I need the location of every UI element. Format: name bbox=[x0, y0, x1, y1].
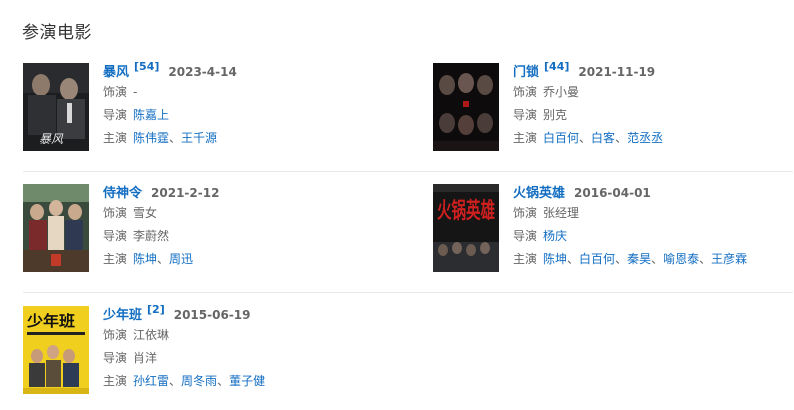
release-date: 2016-04-01 bbox=[574, 186, 651, 200]
cast-label: 主演 bbox=[513, 131, 538, 145]
movie-title-link[interactable]: 侍神令 bbox=[103, 182, 142, 201]
cast-separator: 、 bbox=[169, 131, 182, 145]
cast-link[interactable]: 范丞丞 bbox=[627, 131, 663, 145]
release-date: 2021-2-12 bbox=[151, 186, 220, 200]
cast-link[interactable]: 陈坤 bbox=[133, 252, 157, 266]
cast-label: 主演 bbox=[513, 252, 538, 266]
poster-title-text: 火锅英雄 bbox=[437, 198, 495, 224]
cast-row: 主演 白百何、白客、范丞丞 bbox=[513, 127, 794, 150]
director-value: 李蔚然 bbox=[133, 229, 170, 243]
movie-title-link[interactable]: 门锁 bbox=[513, 61, 539, 80]
cast-link[interactable]: 陈坤 bbox=[543, 252, 567, 266]
director-label: 导演 bbox=[103, 351, 128, 365]
release-date: 2023-4-14 bbox=[168, 65, 237, 79]
poster-image-baofeng: 暴风 bbox=[23, 63, 89, 151]
role-row: 饰演 江依琳 bbox=[103, 324, 393, 347]
cast-label: 主演 bbox=[103, 374, 128, 388]
cast-link[interactable]: 陈伟霆 bbox=[133, 131, 169, 145]
role-label: 饰演 bbox=[103, 328, 128, 342]
cast-link[interactable]: 王千源 bbox=[181, 131, 217, 145]
role-row: 饰演 雪女 bbox=[103, 202, 393, 225]
role-row: 饰演 乔小曼 bbox=[513, 81, 794, 104]
cast-link[interactable]: 周迅 bbox=[169, 252, 193, 266]
cast-row: 主演 孙红雷、周冬雨、董子健 bbox=[103, 370, 393, 393]
role-value: 乔小曼 bbox=[543, 85, 580, 99]
cast-separator: 、 bbox=[567, 252, 580, 266]
cast-separator: 、 bbox=[157, 252, 170, 266]
director-link[interactable]: 陈嘉上 bbox=[133, 108, 169, 122]
row-divider bbox=[23, 292, 793, 293]
poster-title-text: 暴风 bbox=[39, 132, 64, 146]
cast-link[interactable]: 周冬雨 bbox=[181, 374, 217, 388]
role-label: 饰演 bbox=[103, 206, 128, 220]
release-date: 2015-06-19 bbox=[173, 308, 251, 322]
reference-count[interactable]: [54] bbox=[134, 60, 159, 73]
movie-title-link[interactable]: 火锅英雄 bbox=[513, 182, 565, 201]
role-value: 江依琳 bbox=[133, 328, 170, 342]
movie-title-link[interactable]: 暴风 bbox=[103, 61, 129, 80]
movie-card: 火锅英雄 火锅英雄 2016-04-01 饰演张经理 导演杨庆 主演陈坤、白百何… bbox=[433, 184, 793, 272]
movie-poster[interactable] bbox=[433, 63, 499, 151]
movie-card: 少年班 少年班 [2] 2015-06-19 饰演 江依琳 导演 肖洋 主演 孙红雷、… bbox=[23, 303, 393, 394]
cast-separator: 、 bbox=[217, 374, 230, 388]
poster-image-huoguoyingxiong: 火锅英雄 bbox=[433, 184, 499, 272]
row-divider bbox=[23, 171, 793, 172]
cast-link[interactable]: 喻恩泰 bbox=[663, 252, 699, 266]
role-label: 饰演 bbox=[513, 85, 538, 99]
cast-link[interactable]: 白客 bbox=[591, 131, 615, 145]
cast-link[interactable]: 白百何 bbox=[543, 131, 579, 145]
cast-separator: 、 bbox=[615, 131, 628, 145]
role-row: 饰演 - bbox=[103, 81, 393, 104]
movie-poster[interactable] bbox=[23, 184, 89, 272]
director-row: 导演 李蔚然 bbox=[103, 225, 393, 248]
cast-link[interactable]: 王彦霖 bbox=[711, 252, 747, 266]
cast-label: 主演 bbox=[103, 131, 128, 145]
director-value: 肖洋 bbox=[133, 351, 158, 365]
poster-image-shishenling bbox=[23, 184, 89, 272]
poster-title-text: 少年班 bbox=[26, 312, 75, 330]
cast-label: 主演 bbox=[103, 252, 128, 266]
cast-separator: 、 bbox=[651, 252, 664, 266]
role-value: - bbox=[133, 85, 138, 99]
role-row: 饰演 张经理 bbox=[513, 202, 794, 225]
director-value: 别克 bbox=[543, 108, 568, 122]
reference-count[interactable]: [44] bbox=[544, 60, 569, 73]
cast-link[interactable]: 白百何 bbox=[579, 252, 615, 266]
movie-card: 侍神令 2021-2-12 饰演 雪女 导演 李蔚然 主演 陈坤、周迅 bbox=[23, 184, 393, 272]
role-label: 饰演 bbox=[513, 206, 538, 220]
cast-link[interactable]: 孙红雷 bbox=[133, 374, 169, 388]
cast-separator: 、 bbox=[615, 252, 628, 266]
director-link[interactable]: 杨庆 bbox=[543, 229, 567, 243]
cast-link[interactable]: 董子健 bbox=[229, 374, 265, 388]
director-label: 导演 bbox=[103, 229, 128, 243]
movie-poster[interactable]: 暴风 bbox=[23, 63, 89, 151]
movie-poster[interactable]: 少年班 bbox=[23, 306, 89, 394]
role-value: 张经理 bbox=[543, 206, 580, 220]
cast-separator: 、 bbox=[169, 374, 182, 388]
release-date: 2021-11-19 bbox=[578, 65, 656, 79]
poster-image-shaonianban: 少年班 bbox=[23, 306, 89, 394]
cast-separator: 、 bbox=[579, 131, 592, 145]
cast-row: 主演 陈坤、周迅 bbox=[103, 248, 393, 271]
cast-row: 主演 陈伟霆、王千源 bbox=[103, 127, 393, 150]
movie-card: 暴风 暴风 [54] 2023-4-14 饰演 - 导演 陈嘉上 主演 陈伟霆、王千源 bbox=[23, 60, 393, 151]
director-label: 导演 bbox=[513, 108, 538, 122]
reference-count[interactable]: [2] bbox=[147, 303, 165, 316]
movie-card: 门锁 [44] 2021-11-19 饰演 乔小曼 导演 别克 主演 白百何、白客、范… bbox=[433, 60, 794, 151]
movie-poster[interactable]: 火锅英雄 bbox=[433, 184, 499, 272]
cast-row: 主演 陈坤、白百何、秦昊、喻恩泰、王彦霖 bbox=[513, 248, 794, 271]
director-row: 导演 陈嘉上 bbox=[103, 104, 393, 127]
director-row: 导演 杨庆 bbox=[513, 225, 794, 248]
cast-separator: 、 bbox=[699, 252, 712, 266]
section-title: 参演电影 bbox=[22, 23, 92, 43]
director-label: 导演 bbox=[103, 108, 128, 122]
director-row: 导演 别克 bbox=[513, 104, 794, 127]
director-label: 导演 bbox=[513, 229, 538, 243]
role-label: 饰演 bbox=[103, 85, 128, 99]
poster-image-mensuo bbox=[433, 63, 499, 151]
movie-title-link[interactable]: 少年班 bbox=[103, 304, 142, 323]
director-row: 导演 肖洋 bbox=[103, 347, 393, 370]
role-value: 雪女 bbox=[133, 206, 158, 220]
cast-link[interactable]: 秦昊 bbox=[627, 252, 651, 266]
